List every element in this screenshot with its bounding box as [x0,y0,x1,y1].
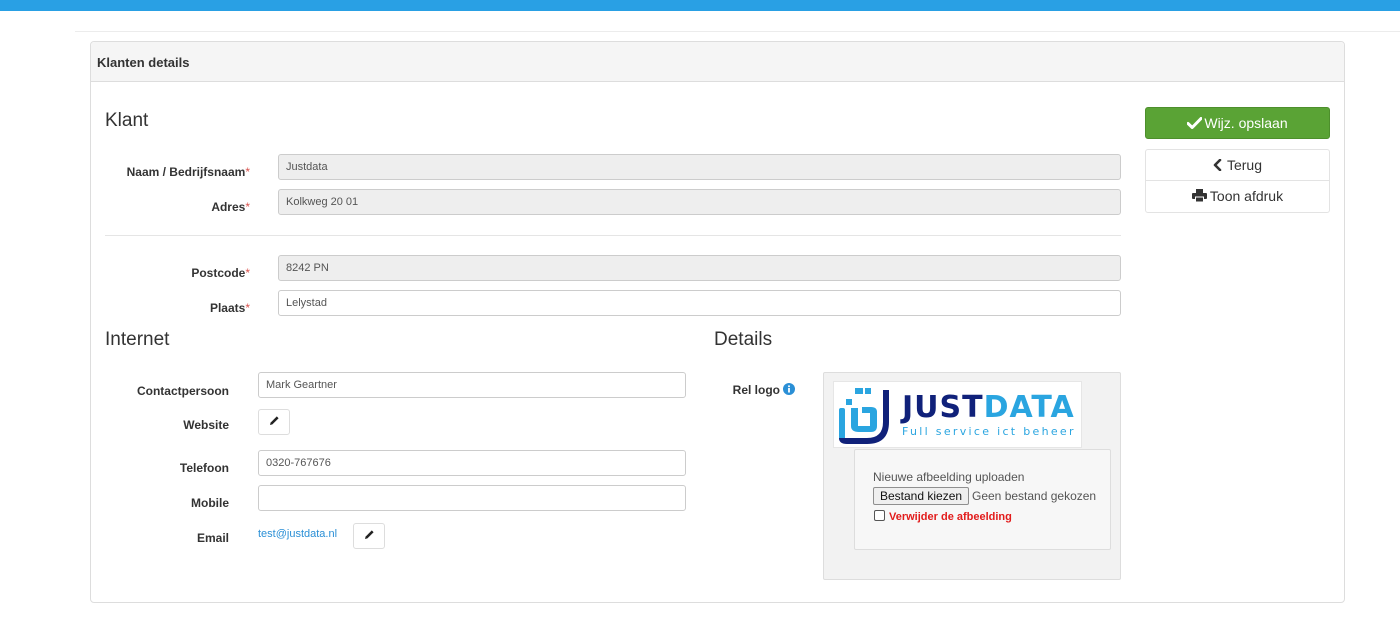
pencil-icon [364,527,375,545]
print-button[interactable]: Toon afdruk [1145,180,1330,213]
panel-heading: Klanten details [91,42,1344,82]
contact-input[interactable]: Mark Geartner [258,372,686,398]
telefoon-input[interactable]: 0320-767676 [258,450,686,476]
print-button-label: Toon afdruk [1209,188,1284,204]
chevron-left-icon [1213,151,1222,181]
top-divider [75,31,1400,32]
logo-wordmark: JUSTDATA [902,390,1075,425]
save-button-label: Wijz. opslaan [1204,115,1288,131]
back-button[interactable]: Terug [1145,149,1330,181]
klant-divider [105,235,1121,236]
file-choose-button[interactable]: Bestand kiezen [873,487,970,505]
panel-title: Klanten details [97,55,190,70]
check-icon [1186,109,1203,139]
rel-logo-label: Rel logo [732,383,780,397]
delete-image-checkbox[interactable] [874,510,885,521]
internet-section-title: Internet [105,329,170,350]
adres-label: Adres* [211,200,250,214]
required-mark: * [245,200,250,214]
mobile-label: Mobile [191,496,229,510]
required-mark: * [245,266,250,280]
email-label: Email [196,531,229,545]
details-section-title: Details [714,329,773,350]
file-status-text: Geen bestand gekozen [972,489,1097,503]
naam-input[interactable]: Justdata [278,154,1121,180]
email-edit-button[interactable] [353,523,385,549]
website-edit-button[interactable] [258,409,290,435]
email-link[interactable]: test@justdata.nl [258,528,337,540]
postcode-label: Postcode* [191,266,250,280]
print-icon [1191,182,1207,212]
website-label: Website [183,418,229,432]
telefoon-label: Telefoon [179,461,229,475]
upload-label: Nieuwe afbeelding uploaden [873,470,1025,484]
logo-tagline: Full service ict beheer [902,425,1076,438]
required-mark: * [245,165,250,179]
postcode-input[interactable]: 8242 PN [278,255,1121,281]
pencil-icon [269,413,280,431]
delete-image-label[interactable]: Verwijder de afbeelding [889,511,1012,523]
plaats-label: Plaats* [209,301,250,315]
contact-label: Contactpersoon [136,384,229,398]
top-bar [0,0,1400,11]
logo-image: JUSTDATA Full service ict beheer [833,381,1082,448]
save-button[interactable]: Wijz. opslaan [1145,107,1330,139]
klant-section-title: Klant [105,110,149,131]
plaats-input[interactable]: Lelystad [278,290,1121,316]
adres-input[interactable]: Kolkweg 20 01 [278,189,1121,215]
info-circle-icon[interactable] [783,382,795,400]
mobile-input[interactable] [258,485,686,511]
back-button-label: Terug [1226,157,1263,173]
required-mark: * [245,301,250,315]
naam-label: Naam / Bedrijfsnaam* [126,165,250,179]
justdata-logo-mark [837,388,893,451]
